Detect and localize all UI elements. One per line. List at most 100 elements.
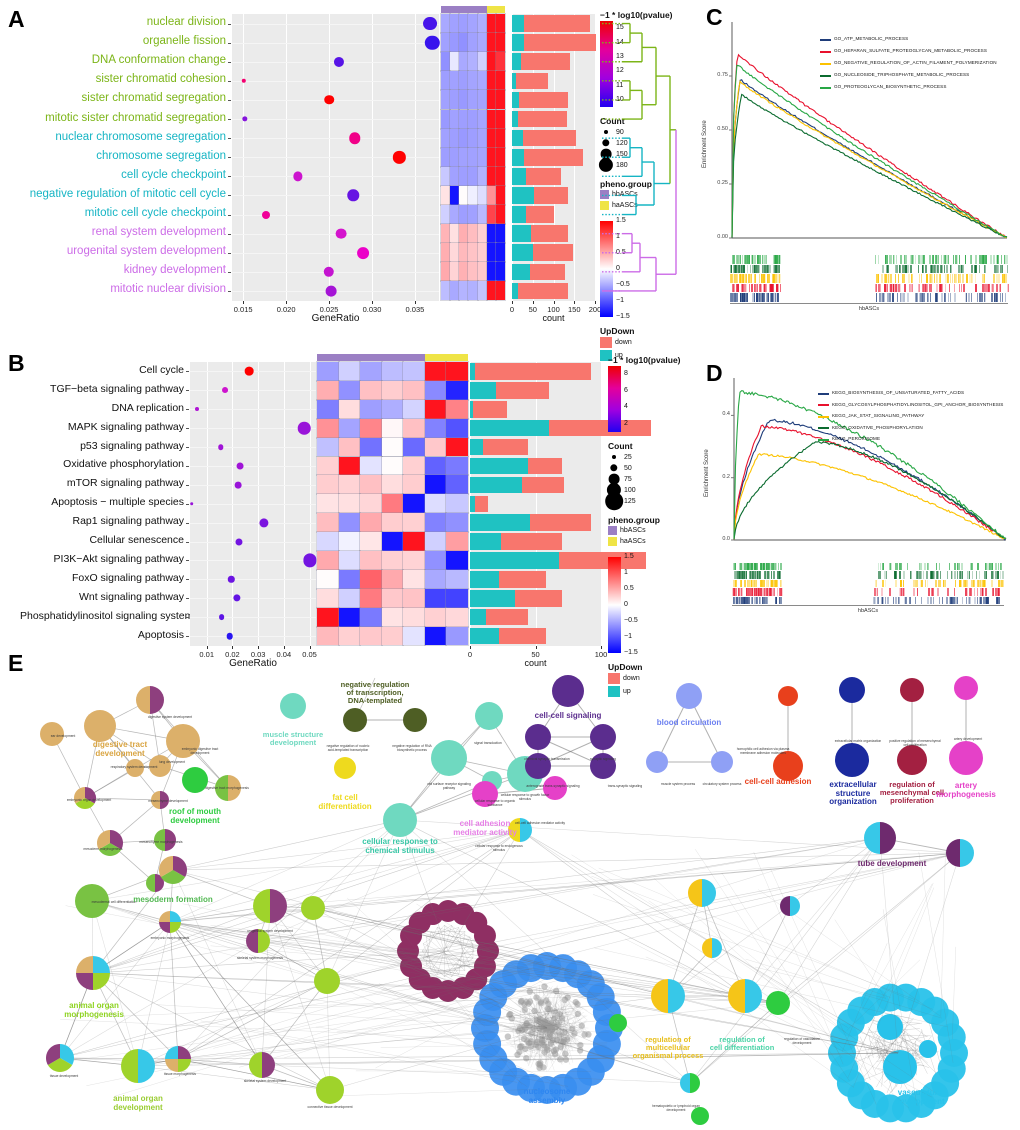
gsea-rug-tick — [905, 255, 907, 264]
gsea-rug-tick — [877, 596, 880, 604]
heatmap-cell — [445, 474, 469, 495]
network-small-label: skeletal system development — [243, 1079, 287, 1083]
gsea-rug-tick — [983, 255, 986, 264]
gsea-rug-tick — [965, 588, 967, 596]
gsea-rug-tick — [999, 293, 1002, 302]
heatmap-cell — [424, 569, 447, 590]
gsea-rug-tick — [945, 579, 947, 588]
heatmap-cell — [476, 89, 488, 111]
network-edge — [137, 1065, 331, 1091]
gsea-rug-tick — [778, 255, 781, 264]
gsea-rug-tick — [883, 571, 886, 579]
gsea-rug-tick — [898, 596, 900, 604]
gsea-rug-tick — [930, 293, 931, 302]
gsea-rug-tick — [772, 274, 775, 283]
network-edge — [715, 927, 847, 1033]
axis-tick — [228, 233, 231, 235]
gsea-rug-tick — [765, 264, 767, 274]
gsea-rug-tick — [938, 579, 941, 588]
gsea-rug-tick — [907, 293, 909, 302]
gsea-legend-line — [820, 38, 831, 41]
heatmap-cell — [381, 474, 404, 495]
axis-tick — [228, 157, 231, 159]
legend-label-count: 25 — [624, 454, 632, 461]
gsea-rug-tick — [890, 274, 892, 283]
gsea-rug-tick — [1001, 579, 1003, 588]
enrichment-dot — [226, 632, 234, 640]
heatmap-cell — [486, 242, 497, 263]
bar-segment-up — [512, 263, 531, 281]
gsea-rug-tick — [917, 588, 918, 596]
gsea-rug-tick — [741, 588, 743, 596]
legend-tick-pvalue: 8 — [624, 370, 628, 378]
gsea-rug-tick — [988, 563, 991, 571]
gsea-rug-tick — [939, 283, 942, 293]
network-node — [561, 996, 569, 1004]
term-label: renal system development — [91, 226, 226, 239]
gsea-rug-tick — [741, 563, 744, 571]
heatmap-cell — [467, 223, 479, 244]
heatmap-cell — [359, 380, 383, 401]
gsea-rug-tick — [770, 579, 772, 588]
heatmap-cell — [476, 108, 488, 130]
bar-segment-up — [512, 225, 532, 242]
term-label: Cell cycle — [139, 363, 184, 376]
heatmap-cell — [337, 399, 361, 420]
heatmap-cell — [476, 280, 488, 302]
gsea-rug-tick — [775, 255, 777, 264]
enrichment-dot — [262, 210, 271, 219]
heatmap-cell — [449, 32, 460, 53]
gsea-rug-tick — [882, 563, 884, 571]
gsea-rug-tick — [971, 293, 973, 302]
gsea-rug-tick — [741, 596, 743, 604]
gsea-rug-tick — [762, 283, 764, 293]
legend-tick-expression: −1 — [624, 633, 632, 640]
axis-tick — [228, 80, 231, 82]
network-small-label: ear development — [50, 734, 76, 738]
network-edge — [323, 1088, 538, 1097]
network-node — [562, 1050, 569, 1058]
gsea-rug-tick — [894, 264, 896, 274]
grid-line-h — [232, 80, 439, 82]
legend-title-updown: UpDown — [600, 326, 635, 336]
grid-line-h — [232, 23, 439, 25]
gsea-rug-tick — [933, 274, 936, 283]
network-small-label: digestive system development — [147, 715, 193, 719]
network-small-label: anterograde trans-synaptic signaling — [526, 784, 580, 788]
gsea-rug-tick — [927, 579, 929, 588]
network-small-label: tissue morphogenesis — [163, 1072, 197, 1076]
gsea-rug-tick — [766, 588, 768, 596]
pheno-annotation-cell — [450, 6, 460, 13]
gsea-rug-tick — [979, 264, 981, 274]
gsea-rug-tick — [736, 255, 739, 264]
gsea-rug-tick — [756, 293, 758, 302]
gsea-rug-tick — [975, 274, 977, 283]
term-label: PI3K−Akt signaling pathway — [53, 552, 184, 565]
pheno-annotation-cell — [495, 6, 505, 13]
gsea-rug-tick — [993, 274, 996, 283]
network-small-label: mesodermal cell differentiation — [91, 900, 137, 904]
term-label: DNA replication — [111, 401, 184, 414]
heatmap-cell — [381, 455, 404, 476]
bar-segment-down — [498, 571, 546, 588]
gsea-rug-tick — [996, 283, 998, 293]
gsea-rug-tick — [753, 563, 755, 571]
bar-segment-down — [531, 225, 568, 242]
gsea-rug-tick — [977, 293, 979, 302]
gsea-rug-tick — [907, 274, 910, 283]
grid-line-h — [190, 428, 316, 430]
gsea-rug-tick — [761, 588, 763, 596]
heatmap-cell — [337, 361, 361, 382]
enrichment-dot — [218, 614, 225, 621]
heatmap-cell — [402, 474, 426, 495]
network-cluster-label: regulation of mesenchymal cell prolifera… — [879, 780, 945, 806]
gsea-rug-tick — [949, 293, 951, 302]
heatmap-cell — [359, 607, 383, 628]
axis-tick — [228, 176, 231, 178]
count-tick — [553, 300, 555, 304]
heatmap-cell — [359, 474, 383, 495]
heatmap-cell — [337, 418, 361, 439]
heatmap-cell — [424, 455, 447, 476]
heatmap-cell — [467, 242, 479, 263]
axis-tick — [186, 447, 189, 449]
